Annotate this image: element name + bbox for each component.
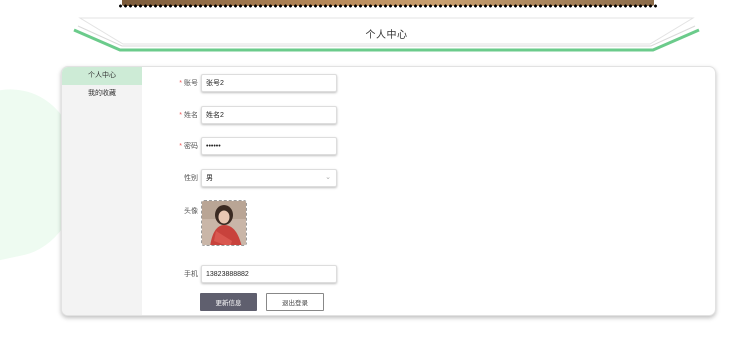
phone-label: 手机: [184, 271, 198, 278]
page-title: 个人中心: [365, 30, 408, 41]
gender-label: 性别: [184, 175, 198, 182]
gender-row: 性别 ⌄: [141, 169, 337, 187]
phone-row: 手机: [141, 265, 337, 283]
account-row: * 账号: [141, 74, 337, 92]
name-row: * 姓名: [141, 106, 337, 124]
chevron-down-icon: ⌄: [325, 174, 331, 181]
name-label: * 姓名: [179, 112, 198, 119]
avatar-upload[interactable]: [201, 200, 247, 246]
required-mark: *: [179, 143, 182, 150]
name-input[interactable]: [201, 106, 337, 124]
sidebar-item-favorites[interactable]: 我的收藏: [62, 85, 142, 103]
sidebar-item-profile[interactable]: 个人中心: [62, 67, 142, 85]
avatar-image: [202, 201, 246, 245]
password-label: * 密码: [179, 143, 198, 150]
banner-image-strip: [118, 0, 658, 12]
required-mark: *: [179, 80, 182, 87]
account-label: * 账号: [179, 80, 198, 87]
avatar-label: 头像: [184, 208, 198, 215]
password-row: * 密码: [141, 137, 337, 155]
dotted-border: [118, 4, 658, 8]
update-info-button[interactable]: 更新信息: [200, 293, 257, 311]
avatar-row: 头像: [141, 200, 247, 246]
account-input[interactable]: [201, 74, 337, 92]
required-mark: *: [179, 112, 182, 119]
gender-value[interactable]: [201, 169, 337, 187]
page-header: 个人中心: [70, 14, 703, 56]
logout-button[interactable]: 退出登录: [266, 293, 324, 311]
password-input[interactable]: [201, 137, 337, 155]
phone-input[interactable]: [201, 265, 337, 283]
gender-select[interactable]: ⌄: [201, 169, 337, 187]
sidebar: 个人中心 我的收藏: [62, 67, 142, 315]
